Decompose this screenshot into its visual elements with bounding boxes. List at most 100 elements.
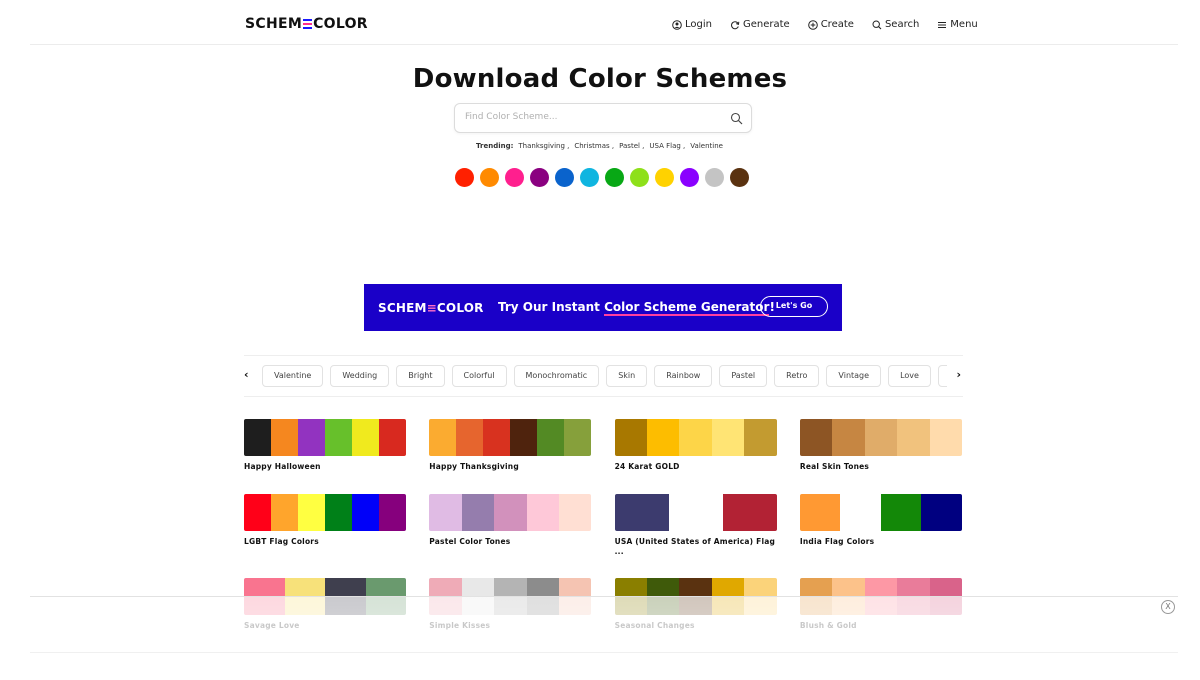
scheme-palette[interactable] bbox=[799, 494, 962, 531]
color-swatch[interactable] bbox=[630, 168, 649, 187]
nav-create-label: Create bbox=[820, 19, 854, 30]
scheme-card[interactable]: 24 Karat GOLD bbox=[614, 419, 777, 472]
color-swatch[interactable] bbox=[555, 168, 574, 187]
palette-color bbox=[510, 419, 538, 456]
color-swatch[interactable] bbox=[655, 168, 674, 187]
palette-color bbox=[526, 494, 559, 531]
trending-link[interactable]: Valentine bbox=[690, 142, 723, 150]
scheme-title[interactable]: India Flag Colors bbox=[800, 537, 962, 547]
refresh-icon bbox=[731, 20, 740, 29]
banner-text-highlight: Color Scheme Generator bbox=[604, 300, 770, 316]
tag-chip[interactable]: Valentine bbox=[262, 365, 324, 387]
scheme-card[interactable]: Pastel Color Tones bbox=[429, 494, 592, 547]
tag-chip[interactable]: Love bbox=[888, 365, 931, 387]
palette-color bbox=[494, 494, 527, 531]
tag-chip[interactable]: Rainbow bbox=[654, 365, 713, 387]
banner-logo-right: COLOR bbox=[436, 301, 484, 315]
nav-generate[interactable]: Generate bbox=[730, 19, 790, 30]
search-icon[interactable] bbox=[730, 112, 743, 125]
color-swatch[interactable] bbox=[680, 168, 699, 187]
color-swatch[interactable] bbox=[480, 168, 499, 187]
nav-search[interactable]: Search bbox=[872, 19, 919, 30]
palette-color bbox=[379, 419, 406, 456]
tag-chip[interactable]: Wedding bbox=[330, 365, 390, 387]
scheme-palette[interactable] bbox=[614, 419, 777, 456]
site-logo[interactable]: SCHEM COLOR bbox=[245, 16, 368, 32]
nav-menu[interactable]: Menu bbox=[937, 19, 978, 30]
scheme-palette[interactable] bbox=[799, 419, 962, 456]
tag-chip[interactable]: Holiday bbox=[937, 365, 947, 387]
banner-text-before: Try Our Instant bbox=[498, 300, 605, 314]
scheme-palette[interactable] bbox=[244, 419, 406, 456]
palette-color bbox=[352, 419, 379, 456]
scheme-card[interactable]: LGBT Flag Colors bbox=[244, 494, 406, 547]
palette-color bbox=[880, 494, 922, 531]
tag-chip[interactable]: Retro bbox=[774, 365, 820, 387]
tag-chip[interactable]: Colorful bbox=[451, 365, 507, 387]
scheme-palette[interactable] bbox=[429, 494, 592, 531]
trending-link[interactable]: Christmas , bbox=[574, 142, 614, 150]
palette-color bbox=[799, 419, 833, 456]
palette-color bbox=[456, 419, 484, 456]
palette-color bbox=[799, 494, 841, 531]
user-icon bbox=[672, 19, 682, 30]
scheme-title[interactable]: Happy Thanksgiving bbox=[429, 462, 591, 472]
palette-color bbox=[298, 494, 325, 531]
trending-link[interactable]: USA Flag , bbox=[649, 142, 685, 150]
generator-banner[interactable]: SCHEM≡COLOR Try Our Instant Color Scheme… bbox=[364, 284, 842, 331]
palette-color bbox=[558, 494, 592, 531]
tag-chip[interactable]: Monochromatic bbox=[513, 365, 600, 387]
palette-color bbox=[244, 494, 271, 531]
scheme-title[interactable]: 24 Karat GOLD bbox=[615, 462, 777, 472]
palette-color bbox=[325, 494, 352, 531]
color-swatch[interactable] bbox=[455, 168, 474, 187]
scheme-palette[interactable] bbox=[614, 494, 777, 531]
color-swatch[interactable] bbox=[605, 168, 624, 187]
color-swatch[interactable] bbox=[580, 168, 599, 187]
search-icon bbox=[872, 19, 882, 29]
color-swatch[interactable] bbox=[530, 168, 549, 187]
search-box bbox=[454, 103, 752, 133]
color-filter-swatches bbox=[455, 168, 749, 187]
palette-color bbox=[352, 494, 379, 531]
palette-color bbox=[832, 419, 865, 456]
scheme-title[interactable]: Real Skin Tones bbox=[800, 462, 962, 472]
nav-login[interactable]: Login bbox=[672, 19, 712, 30]
palette-color bbox=[483, 419, 511, 456]
scheme-card[interactable]: India Flag Colors bbox=[799, 494, 962, 547]
search-input[interactable] bbox=[463, 111, 717, 123]
scheme-palette[interactable] bbox=[429, 419, 592, 456]
palette-color bbox=[271, 419, 298, 456]
tag-chip[interactable]: Bright bbox=[396, 365, 445, 387]
color-swatch[interactable] bbox=[705, 168, 724, 187]
tag-chip[interactable]: Skin bbox=[606, 365, 648, 387]
scheme-card[interactable]: USA (United States of America) Flag ... bbox=[614, 494, 777, 557]
tag-chip[interactable]: Vintage bbox=[826, 365, 882, 387]
palette-color bbox=[271, 494, 298, 531]
ad-close-button[interactable]: X bbox=[1161, 600, 1175, 614]
palette-color bbox=[379, 494, 406, 531]
page-title: Download Color Schemes bbox=[412, 64, 788, 94]
trending-link[interactable]: Thanksgiving , bbox=[518, 142, 569, 150]
tags-next-button[interactable]: › bbox=[956, 368, 961, 381]
color-swatch[interactable] bbox=[730, 168, 749, 187]
scheme-card[interactable]: Real Skin Tones bbox=[799, 419, 962, 472]
palette-color bbox=[711, 419, 745, 456]
trending-link[interactable]: Pastel , bbox=[619, 142, 644, 150]
scheme-card[interactable]: Happy Halloween bbox=[244, 419, 406, 472]
banner-logo-left: SCHEM bbox=[378, 301, 427, 315]
scheme-title[interactable]: Pastel Color Tones bbox=[429, 537, 591, 547]
nav-create[interactable]: Create bbox=[807, 19, 854, 30]
tags-prev-button[interactable]: ‹ bbox=[244, 368, 249, 381]
scheme-title[interactable]: USA (United States of America) Flag ... bbox=[615, 537, 777, 557]
color-swatch[interactable] bbox=[505, 168, 524, 187]
scheme-title[interactable]: Happy Halloween bbox=[244, 462, 406, 472]
scheme-title[interactable]: LGBT Flag Colors bbox=[244, 537, 406, 547]
palette-color bbox=[325, 419, 352, 456]
palette-color bbox=[429, 494, 462, 531]
lets-go-button[interactable]: Let's Go bbox=[760, 296, 828, 317]
scheme-palette[interactable] bbox=[244, 494, 406, 531]
palette-color bbox=[921, 494, 962, 531]
scheme-card[interactable]: Happy Thanksgiving bbox=[429, 419, 592, 472]
tag-chip[interactable]: Pastel bbox=[719, 365, 768, 387]
